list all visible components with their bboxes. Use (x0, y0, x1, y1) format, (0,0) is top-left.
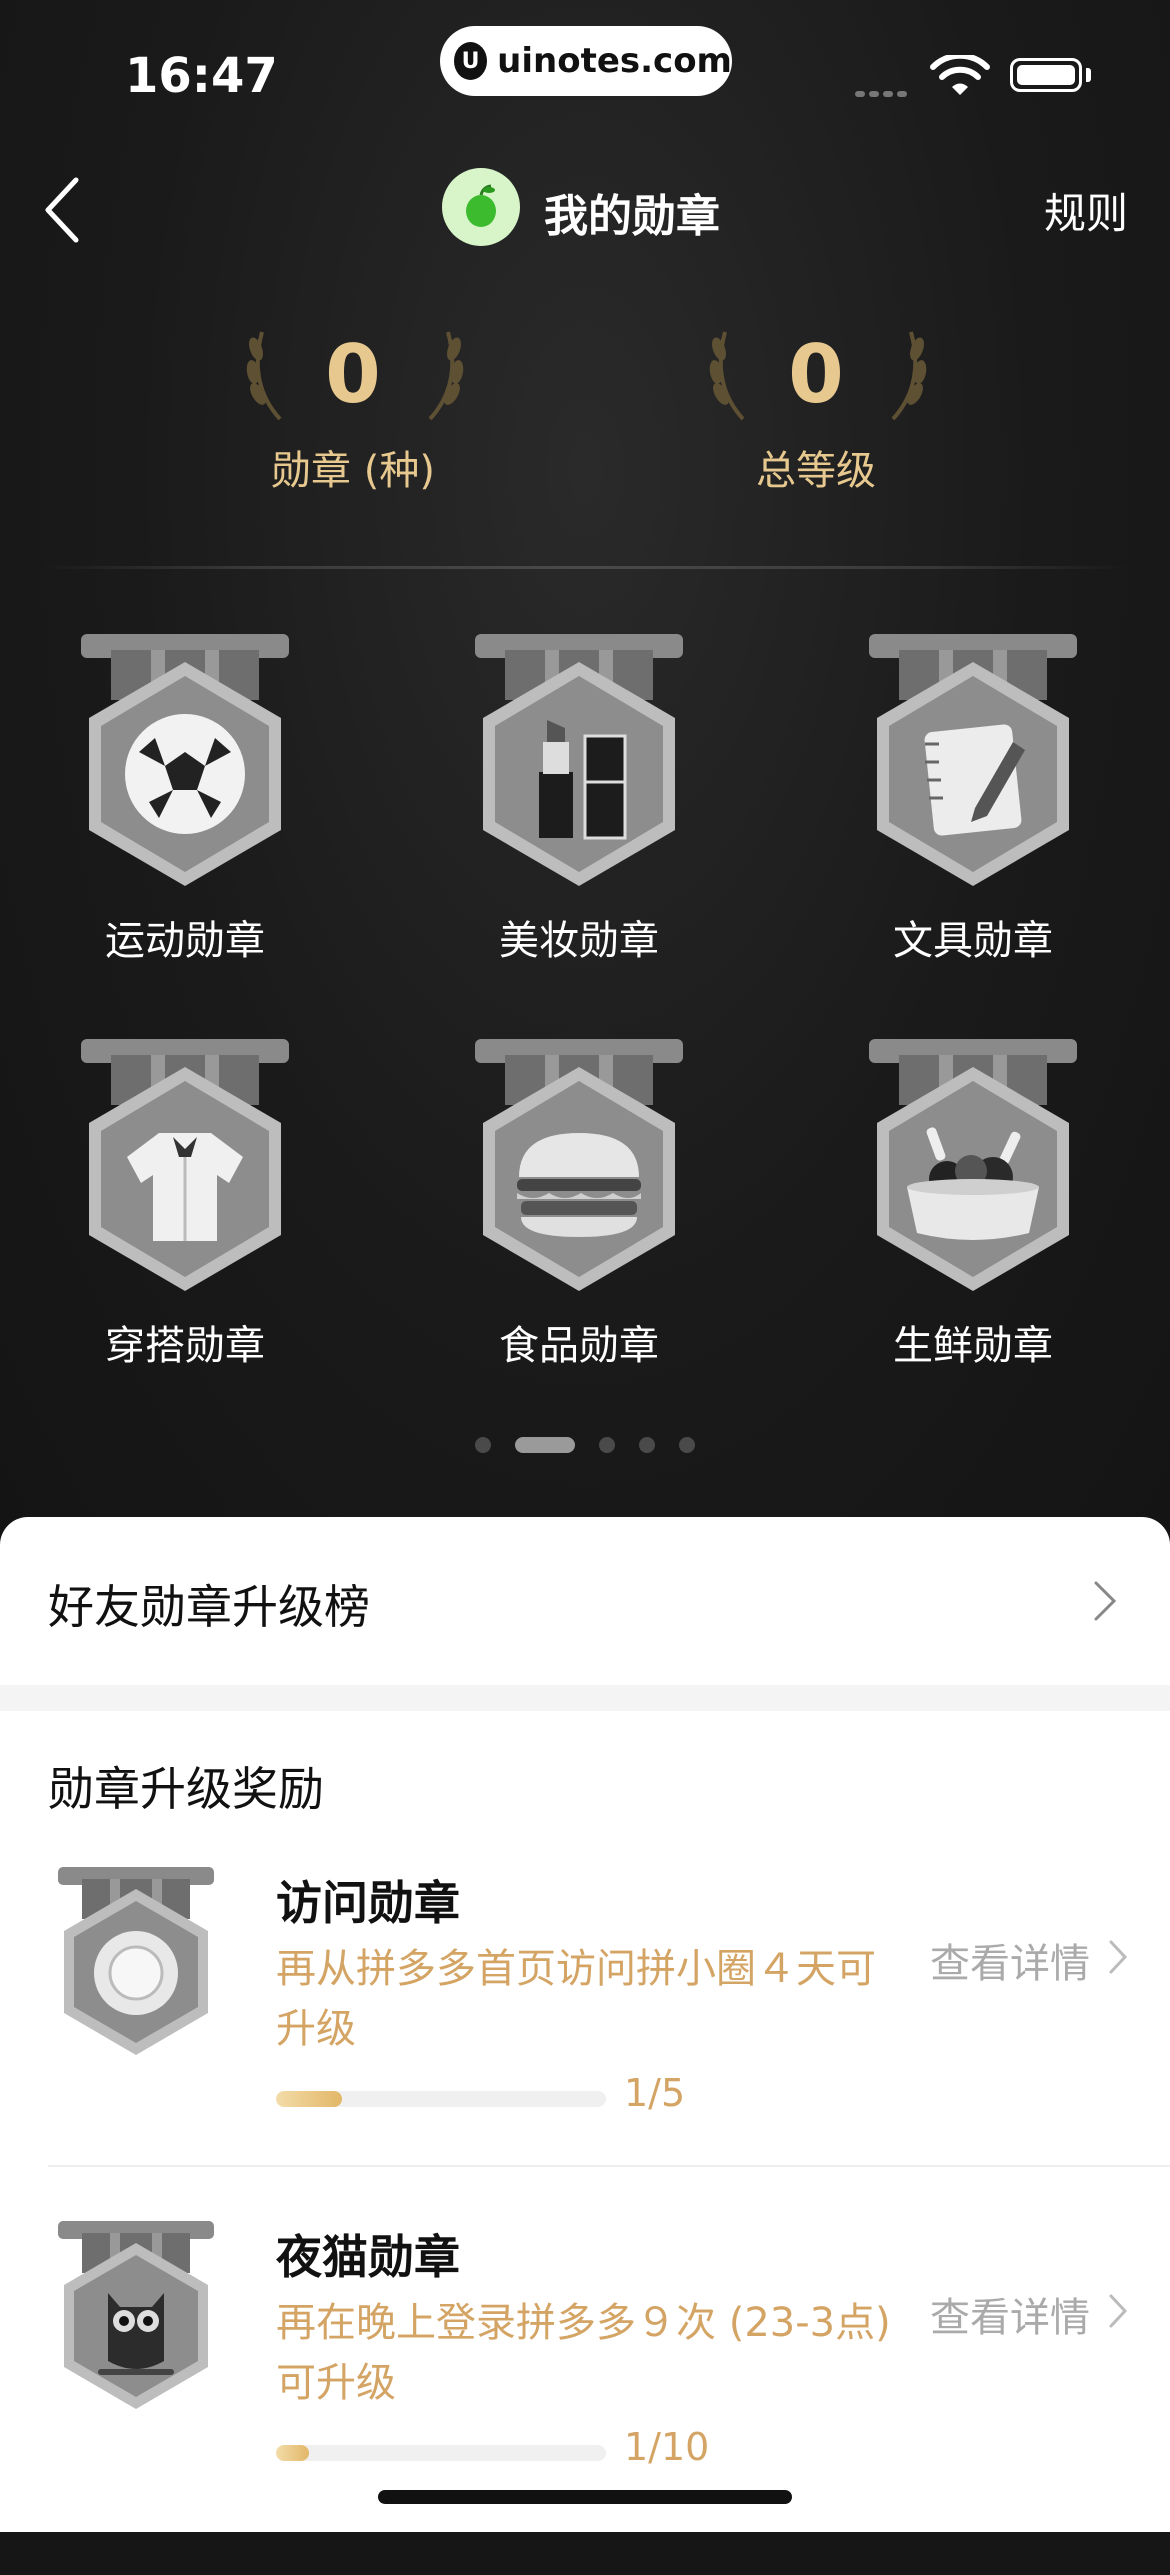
page-dot[interactable] (599, 1437, 615, 1453)
sun-badge-icon (58, 1867, 214, 2055)
section-gap (0, 1685, 1170, 1711)
site-name: uinotes.com (497, 41, 732, 81)
reward-name: 夜猫勋章 (276, 2230, 460, 2284)
page-dot-active[interactable] (515, 1437, 575, 1453)
chevron-right-icon (1109, 2294, 1128, 2328)
total-level-value: 0 (788, 328, 844, 421)
badge-food[interactable]: 食品勋章 (429, 1037, 729, 1371)
rewards-title: 勋章升级奖励 (48, 1762, 324, 1816)
progress-bar (276, 2445, 606, 2461)
progress-bar (276, 2091, 606, 2107)
total-level-label: 总等级 (756, 448, 876, 494)
badge-stationery[interactable]: 文具勋章 (823, 632, 1123, 966)
badge-count-label: 勋章 (种) (271, 448, 435, 494)
chevron-right-icon (1094, 1581, 1117, 1621)
reward-name: 访问勋章 (276, 1876, 460, 1930)
app-logo-icon (442, 168, 520, 246)
owl-badge-icon (58, 2221, 214, 2409)
battery-tip (1086, 68, 1091, 82)
progress-fill (276, 2445, 309, 2461)
page-dot[interactable] (679, 1437, 695, 1453)
site-logo-icon: U (454, 42, 488, 80)
page-dot[interactable] (639, 1437, 655, 1453)
rules-link[interactable]: 规则 (1044, 180, 1128, 241)
progress-text: 1/5 (624, 2071, 686, 2115)
site-pill: U uinotes.com (440, 26, 732, 96)
bottom-sheet: 好友勋章升级榜 勋章升级奖励 访问勋章 再从拼多多首页访问拼小圈４天可升级 1/… (0, 1517, 1170, 2532)
total-level-stat: 0 总等级 (686, 320, 946, 496)
badge-cosmetics[interactable]: 美妆勋章 (429, 632, 729, 966)
badge-label: 运动勋章 (105, 918, 265, 964)
badge-fashion[interactable]: 穿搭勋章 (35, 1037, 335, 1371)
progress-text: 1/10 (624, 2425, 710, 2469)
reward-desc: 再从拼多多首页访问拼小圈４天可升级 (276, 1946, 876, 2052)
reward-desc: 再在晚上登录拼多多９次 (23-3点) 可升级 (276, 2300, 891, 2406)
badge-fresh[interactable]: 生鲜勋章 (823, 1037, 1123, 1371)
badge-label: 美妆勋章 (499, 918, 659, 964)
page-dot[interactable] (475, 1437, 491, 1453)
item-divider (48, 2165, 1170, 2167)
signal-icon (855, 82, 911, 101)
battery-icon (1010, 58, 1082, 92)
soccer-ball-icon (81, 634, 289, 886)
reward-item-nightowl[interactable]: 夜猫勋章 再在晚上登录拼多多９次 (23-3点) 可升级 1/10 查看详情 (0, 2221, 1170, 2575)
home-indicator[interactable] (378, 2490, 792, 2504)
friend-rank-title: 好友勋章升级榜 (48, 1580, 370, 1634)
badge-sports[interactable]: 运动勋章 (35, 632, 335, 966)
wifi-icon (930, 55, 990, 95)
divider (40, 566, 1130, 569)
view-detail-link[interactable]: 查看详情 (930, 2285, 1090, 2343)
badge-count-value: 0 (325, 328, 381, 421)
chevron-right-icon (1109, 1940, 1128, 1974)
friend-rank-row[interactable]: 好友勋章升级榜 (0, 1517, 1170, 1685)
cosmetics-icon (475, 634, 683, 886)
back-arrow-icon[interactable] (38, 170, 108, 250)
progress-fill (276, 2091, 342, 2107)
badge-count-stat: 0 勋章 (种) (223, 320, 483, 496)
status-time: 16:47 (125, 48, 278, 104)
notebook-pen-icon (869, 634, 1077, 886)
burger-icon (475, 1039, 683, 1291)
badge-label: 文具勋章 (893, 918, 1053, 964)
badge-label: 穿搭勋章 (105, 1323, 265, 1369)
fresh-basket-icon (869, 1039, 1077, 1291)
reward-item-visit[interactable]: 访问勋章 再从拼多多首页访问拼小圈４天可升级 1/5 查看详情 (0, 1867, 1170, 2221)
badge-label: 食品勋章 (499, 1323, 659, 1369)
badge-label: 生鲜勋章 (893, 1323, 1053, 1369)
view-detail-link[interactable]: 查看详情 (930, 1931, 1090, 1989)
page-indicator (0, 1437, 1170, 1453)
page-title: 我的勋章 (544, 191, 720, 242)
shirt-icon (81, 1039, 289, 1291)
